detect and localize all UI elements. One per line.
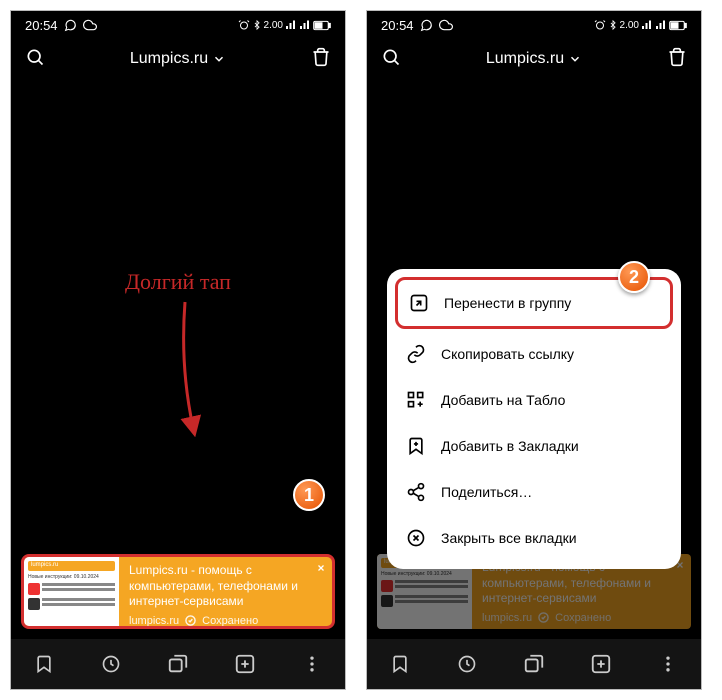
tab-domain: lumpics.ru (129, 615, 179, 627)
bottom-bar (11, 639, 345, 689)
top-bar: Lumpics.ru (367, 39, 701, 79)
close-circle-icon (405, 527, 427, 549)
history-button[interactable] (452, 649, 482, 679)
menu-label: Закрыть все вкладки (441, 530, 577, 546)
tab-group-selector[interactable]: Lumpics.ru (130, 50, 226, 68)
bottom-bar (367, 639, 701, 689)
more-button[interactable] (297, 649, 327, 679)
whatsapp-icon (64, 19, 77, 32)
check-icon (538, 612, 549, 623)
page-title: Lumpics.ru (130, 50, 208, 68)
link-icon (405, 343, 427, 365)
tabs-button[interactable] (163, 649, 193, 679)
annotation-arrow (175, 297, 225, 437)
tab-domain: lumpics.ru (482, 612, 532, 624)
battery-icon (669, 20, 687, 31)
menu-label: Добавить в Закладки (441, 438, 579, 454)
menu-label: Скопировать ссылку (441, 346, 574, 362)
search-icon (25, 47, 45, 67)
signal-icon (641, 19, 653, 31)
trash-icon (311, 47, 331, 67)
tab-status: Сохранено (555, 612, 611, 624)
signal-icon (285, 19, 297, 31)
status-bar: 20:54 2.00 (367, 11, 701, 39)
plus-square-icon (234, 653, 256, 675)
annotation-long-tap: Долгий тап (11, 269, 345, 295)
bookmark-icon (34, 654, 54, 674)
tabs-area: Долгий тап 1 lumpics.ru Новые инструкции… (11, 79, 345, 639)
move-icon (408, 292, 430, 314)
annotation-badge-1: 1 (293, 479, 325, 511)
history-button[interactable] (96, 649, 126, 679)
menu-add-tableau[interactable]: Добавить на Табло (395, 377, 673, 423)
whatsapp-icon (420, 19, 433, 32)
plus-square-icon (590, 653, 612, 675)
tab-card[interactable]: lumpics.ru Новые инструкции: 09.10.2024 … (21, 554, 335, 629)
page-title: Lumpics.ru (486, 50, 564, 68)
new-tab-button[interactable] (586, 649, 616, 679)
top-bar: Lumpics.ru (11, 39, 345, 79)
tabs-button[interactable] (519, 649, 549, 679)
net-speed: 2.00 (620, 20, 639, 31)
tabs-area: 2 Перенести в группу Скопировать ссылку … (367, 79, 701, 639)
menu-label: Перенести в группу (444, 295, 571, 311)
menu-label: Добавить на Табло (441, 392, 565, 408)
more-vertical-icon (658, 654, 678, 674)
alarm-icon (238, 19, 250, 31)
search-button[interactable] (381, 47, 401, 72)
status-bar: 20:54 2.00 (11, 11, 345, 39)
context-menu: 2 Перенести в группу Скопировать ссылку … (387, 269, 681, 569)
cloud-icon (83, 18, 97, 32)
tab-thumbnail: lumpics.ru Новые инструкции: 09.10.2024 (24, 557, 119, 626)
delete-button[interactable] (667, 47, 687, 72)
phone-left: 20:54 2.00 Lumpics.ru Долгий тап 1 (10, 10, 346, 690)
chevron-down-icon (568, 52, 582, 66)
menu-copy-link[interactable]: Скопировать ссылку (395, 331, 673, 377)
cloud-icon (439, 18, 453, 32)
signal-icon-2 (655, 19, 667, 31)
bookmark-icon (390, 654, 410, 674)
share-icon (405, 481, 427, 503)
chevron-down-icon (212, 52, 226, 66)
menu-add-bookmark[interactable]: Добавить в Закладки (395, 423, 673, 469)
phone-right: 20:54 2.00 Lumpics.ru 2 (366, 10, 702, 690)
clock-icon (457, 654, 477, 674)
bluetooth-icon (608, 19, 618, 31)
alarm-icon (594, 19, 606, 31)
search-icon (381, 47, 401, 67)
status-time: 20:54 (381, 18, 414, 33)
bluetooth-icon (252, 19, 262, 31)
trash-icon (667, 47, 687, 67)
search-button[interactable] (25, 47, 45, 72)
grid-plus-icon (405, 389, 427, 411)
status-time: 20:54 (25, 18, 58, 33)
new-tab-button[interactable] (230, 649, 260, 679)
tabs-icon (523, 653, 545, 675)
more-button[interactable] (653, 649, 683, 679)
tab-status: Сохранено (202, 615, 258, 627)
check-icon (185, 615, 196, 626)
tab-group-selector[interactable]: Lumpics.ru (486, 50, 582, 68)
menu-share[interactable]: Поделиться… (395, 469, 673, 515)
net-speed: 2.00 (264, 20, 283, 31)
close-icon (316, 563, 326, 573)
tabs-icon (167, 653, 189, 675)
delete-button[interactable] (311, 47, 331, 72)
bookmark-plus-icon (405, 435, 427, 457)
battery-icon (313, 20, 331, 31)
annotation-badge-2: 2 (618, 261, 650, 293)
more-vertical-icon (302, 654, 322, 674)
menu-move-to-group[interactable]: 2 Перенести в группу (395, 277, 673, 329)
menu-label: Поделиться… (441, 484, 532, 500)
clock-icon (101, 654, 121, 674)
signal-icon-2 (299, 19, 311, 31)
menu-close-all[interactable]: Закрыть все вкладки (395, 515, 673, 561)
bookmarks-button[interactable] (385, 649, 415, 679)
bookmarks-button[interactable] (29, 649, 59, 679)
close-tab-button[interactable] (313, 560, 329, 576)
tab-title: Lumpics.ru - помощь с компьютерами, теле… (129, 563, 322, 610)
